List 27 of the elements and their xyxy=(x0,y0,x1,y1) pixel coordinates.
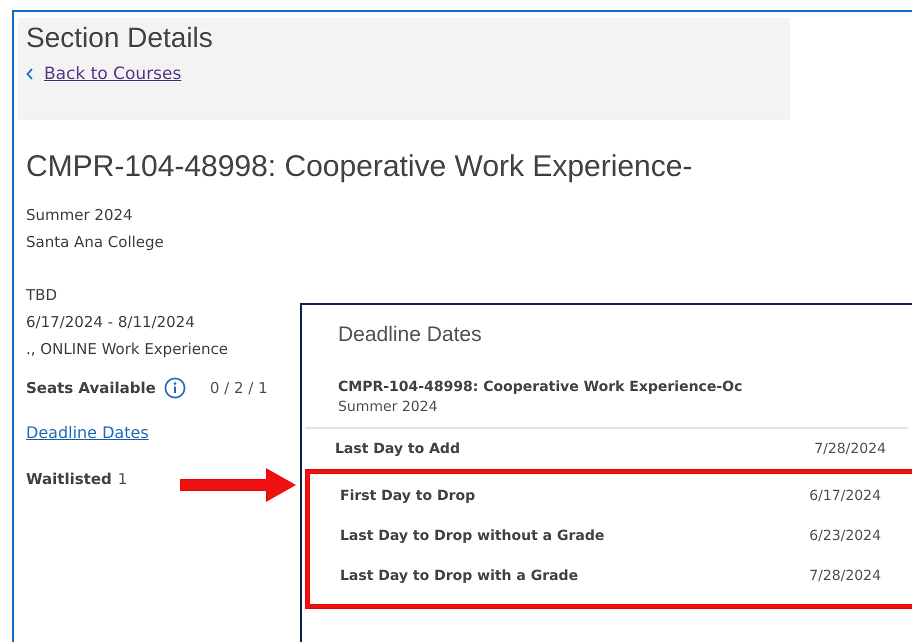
seats-label: Seats Available xyxy=(26,379,156,397)
info-icon[interactable] xyxy=(164,377,186,399)
back-link[interactable]: Back to Courses xyxy=(44,64,182,84)
campus-text: Santa Ana College xyxy=(26,232,164,253)
deadline-date: 7/28/2024 xyxy=(814,441,886,457)
deadline-date: 6/23/2024 xyxy=(809,528,881,544)
waitlisted-label: Waitlisted xyxy=(26,470,112,488)
waitlisted-value: 1 xyxy=(118,470,128,488)
deadline-label: First Day to Drop xyxy=(340,488,476,504)
location-text: ., ONLINE Work Experience xyxy=(26,339,228,360)
deadline-label: Last Day to Drop with a Grade xyxy=(340,568,578,584)
deadline-label: Last Day to Drop without a Grade xyxy=(340,528,604,544)
instructor-text: TBD xyxy=(26,285,58,306)
dialog-title: Deadline Dates xyxy=(337,323,483,347)
chevron-left-icon xyxy=(26,68,34,80)
term-text: Summer 2024 xyxy=(26,205,133,226)
deadline-dates-link[interactable]: Deadline Dates xyxy=(26,423,149,442)
seats-value: 0 / 2 / 1 xyxy=(210,379,268,397)
course-term: Summer 2024 xyxy=(338,399,438,415)
course-title: CMPR-104-48998: Cooperative Work Experience-Oc xyxy=(338,379,744,395)
section-title: CMPR-104-48998: Cooperative Work Experience- xyxy=(26,150,694,184)
deadline-label: Last Day to Add xyxy=(335,441,460,457)
dates-text: 6/17/2024 - 8/11/2024 xyxy=(26,312,195,333)
arrow-icon xyxy=(180,468,296,502)
page-title: Section Details xyxy=(26,22,214,54)
deadline-date: 7/28/2024 xyxy=(809,568,881,584)
deadline-date: 6/17/2024 xyxy=(809,488,881,504)
